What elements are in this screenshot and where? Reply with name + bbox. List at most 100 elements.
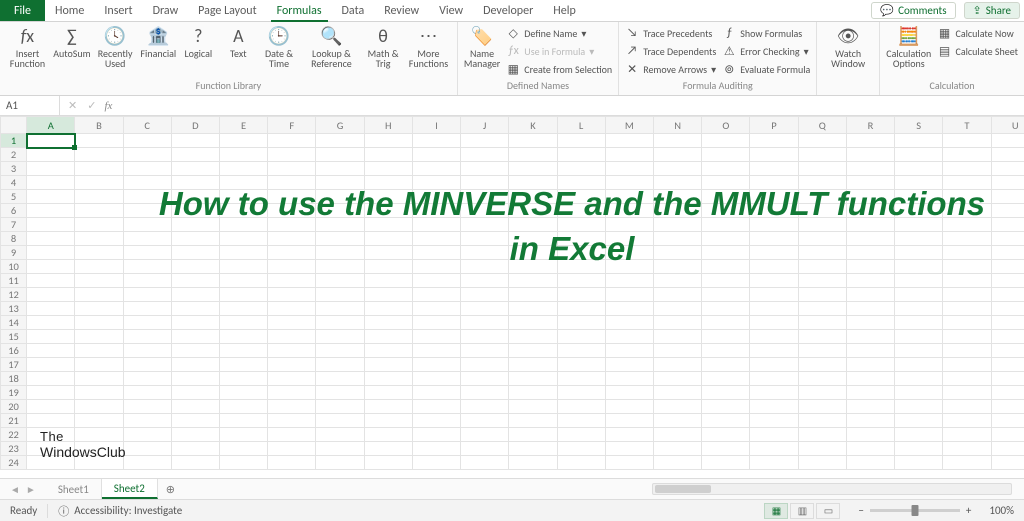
cell[interactable] (798, 162, 846, 176)
cell[interactable] (123, 442, 171, 456)
row-header[interactable]: 13 (1, 302, 27, 316)
cell[interactable] (750, 190, 798, 204)
cell[interactable] (268, 358, 316, 372)
cell[interactable] (653, 190, 701, 204)
cell[interactable] (943, 456, 991, 470)
cell[interactable] (364, 400, 412, 414)
cell[interactable] (75, 204, 123, 218)
cell[interactable] (605, 218, 653, 232)
cell[interactable] (461, 330, 509, 344)
cell[interactable] (605, 148, 653, 162)
cell[interactable] (461, 134, 509, 148)
cell[interactable] (412, 204, 460, 218)
cell[interactable] (220, 456, 268, 470)
row-header[interactable]: 9 (1, 246, 27, 260)
cell[interactable] (461, 148, 509, 162)
cell[interactable] (364, 442, 412, 456)
cell[interactable] (991, 386, 1024, 400)
cell[interactable] (798, 134, 846, 148)
cell[interactable] (798, 442, 846, 456)
cell[interactable] (27, 428, 75, 442)
cell[interactable] (123, 162, 171, 176)
cell[interactable] (268, 330, 316, 344)
cell[interactable] (75, 232, 123, 246)
col-header[interactable]: O (702, 117, 750, 134)
cell[interactable] (316, 218, 364, 232)
cell[interactable] (702, 274, 750, 288)
zoom-in-button[interactable]: + (966, 504, 971, 517)
cell[interactable] (171, 386, 219, 400)
row-header[interactable]: 22 (1, 428, 27, 442)
cell[interactable] (509, 288, 557, 302)
cell[interactable] (605, 330, 653, 344)
cell[interactable] (895, 288, 943, 302)
cell[interactable] (750, 316, 798, 330)
cell[interactable] (895, 428, 943, 442)
cell[interactable] (27, 288, 75, 302)
cell[interactable] (268, 372, 316, 386)
cell[interactable] (123, 218, 171, 232)
cell[interactable] (605, 358, 653, 372)
cancel-icon[interactable]: ✕ (68, 99, 77, 112)
cell[interactable] (509, 372, 557, 386)
cell[interactable] (268, 456, 316, 470)
cell[interactable] (750, 134, 798, 148)
row-header[interactable]: 18 (1, 372, 27, 386)
cell[interactable] (123, 246, 171, 260)
cell[interactable] (702, 218, 750, 232)
cell[interactable] (268, 386, 316, 400)
cell[interactable] (991, 344, 1024, 358)
cell[interactable] (895, 148, 943, 162)
cell[interactable] (509, 358, 557, 372)
row-header[interactable]: 17 (1, 358, 27, 372)
cell[interactable] (171, 302, 219, 316)
cell[interactable] (220, 260, 268, 274)
col-header[interactable]: G (316, 117, 364, 134)
cell[interactable] (364, 330, 412, 344)
cell[interactable] (798, 400, 846, 414)
cell[interactable] (895, 316, 943, 330)
cell[interactable] (798, 232, 846, 246)
cell[interactable] (509, 400, 557, 414)
cell[interactable] (702, 456, 750, 470)
cell[interactable] (702, 386, 750, 400)
cell[interactable] (653, 274, 701, 288)
cell[interactable] (364, 302, 412, 316)
cell[interactable] (123, 232, 171, 246)
cell[interactable] (461, 288, 509, 302)
share-button[interactable]: ⇪Share (964, 2, 1020, 19)
cell[interactable] (171, 190, 219, 204)
cell[interactable] (268, 302, 316, 316)
cell[interactable] (846, 428, 894, 442)
cell[interactable] (412, 148, 460, 162)
cell[interactable] (75, 372, 123, 386)
cell[interactable] (702, 176, 750, 190)
cell[interactable] (412, 372, 460, 386)
cell[interactable] (798, 316, 846, 330)
cell[interactable] (702, 148, 750, 162)
cell[interactable] (991, 260, 1024, 274)
cell[interactable] (846, 204, 894, 218)
row-header[interactable]: 14 (1, 316, 27, 330)
cell[interactable] (943, 386, 991, 400)
cell[interactable] (895, 302, 943, 316)
cell[interactable] (171, 176, 219, 190)
cell[interactable] (364, 190, 412, 204)
col-header[interactable]: J (461, 117, 509, 134)
row-header[interactable]: 12 (1, 288, 27, 302)
cell[interactable] (846, 260, 894, 274)
zoom-level[interactable]: 100% (979, 504, 1024, 517)
enter-icon[interactable]: ✓ (87, 99, 96, 112)
cell[interactable] (461, 400, 509, 414)
cell[interactable] (991, 414, 1024, 428)
cell[interactable] (846, 274, 894, 288)
cell[interactable] (895, 344, 943, 358)
cell[interactable] (653, 330, 701, 344)
cell[interactable] (123, 386, 171, 400)
cell[interactable] (171, 316, 219, 330)
cell[interactable] (557, 414, 605, 428)
cell[interactable] (605, 316, 653, 330)
cell[interactable] (798, 414, 846, 428)
cell[interactable] (605, 456, 653, 470)
col-header[interactable]: Q (798, 117, 846, 134)
